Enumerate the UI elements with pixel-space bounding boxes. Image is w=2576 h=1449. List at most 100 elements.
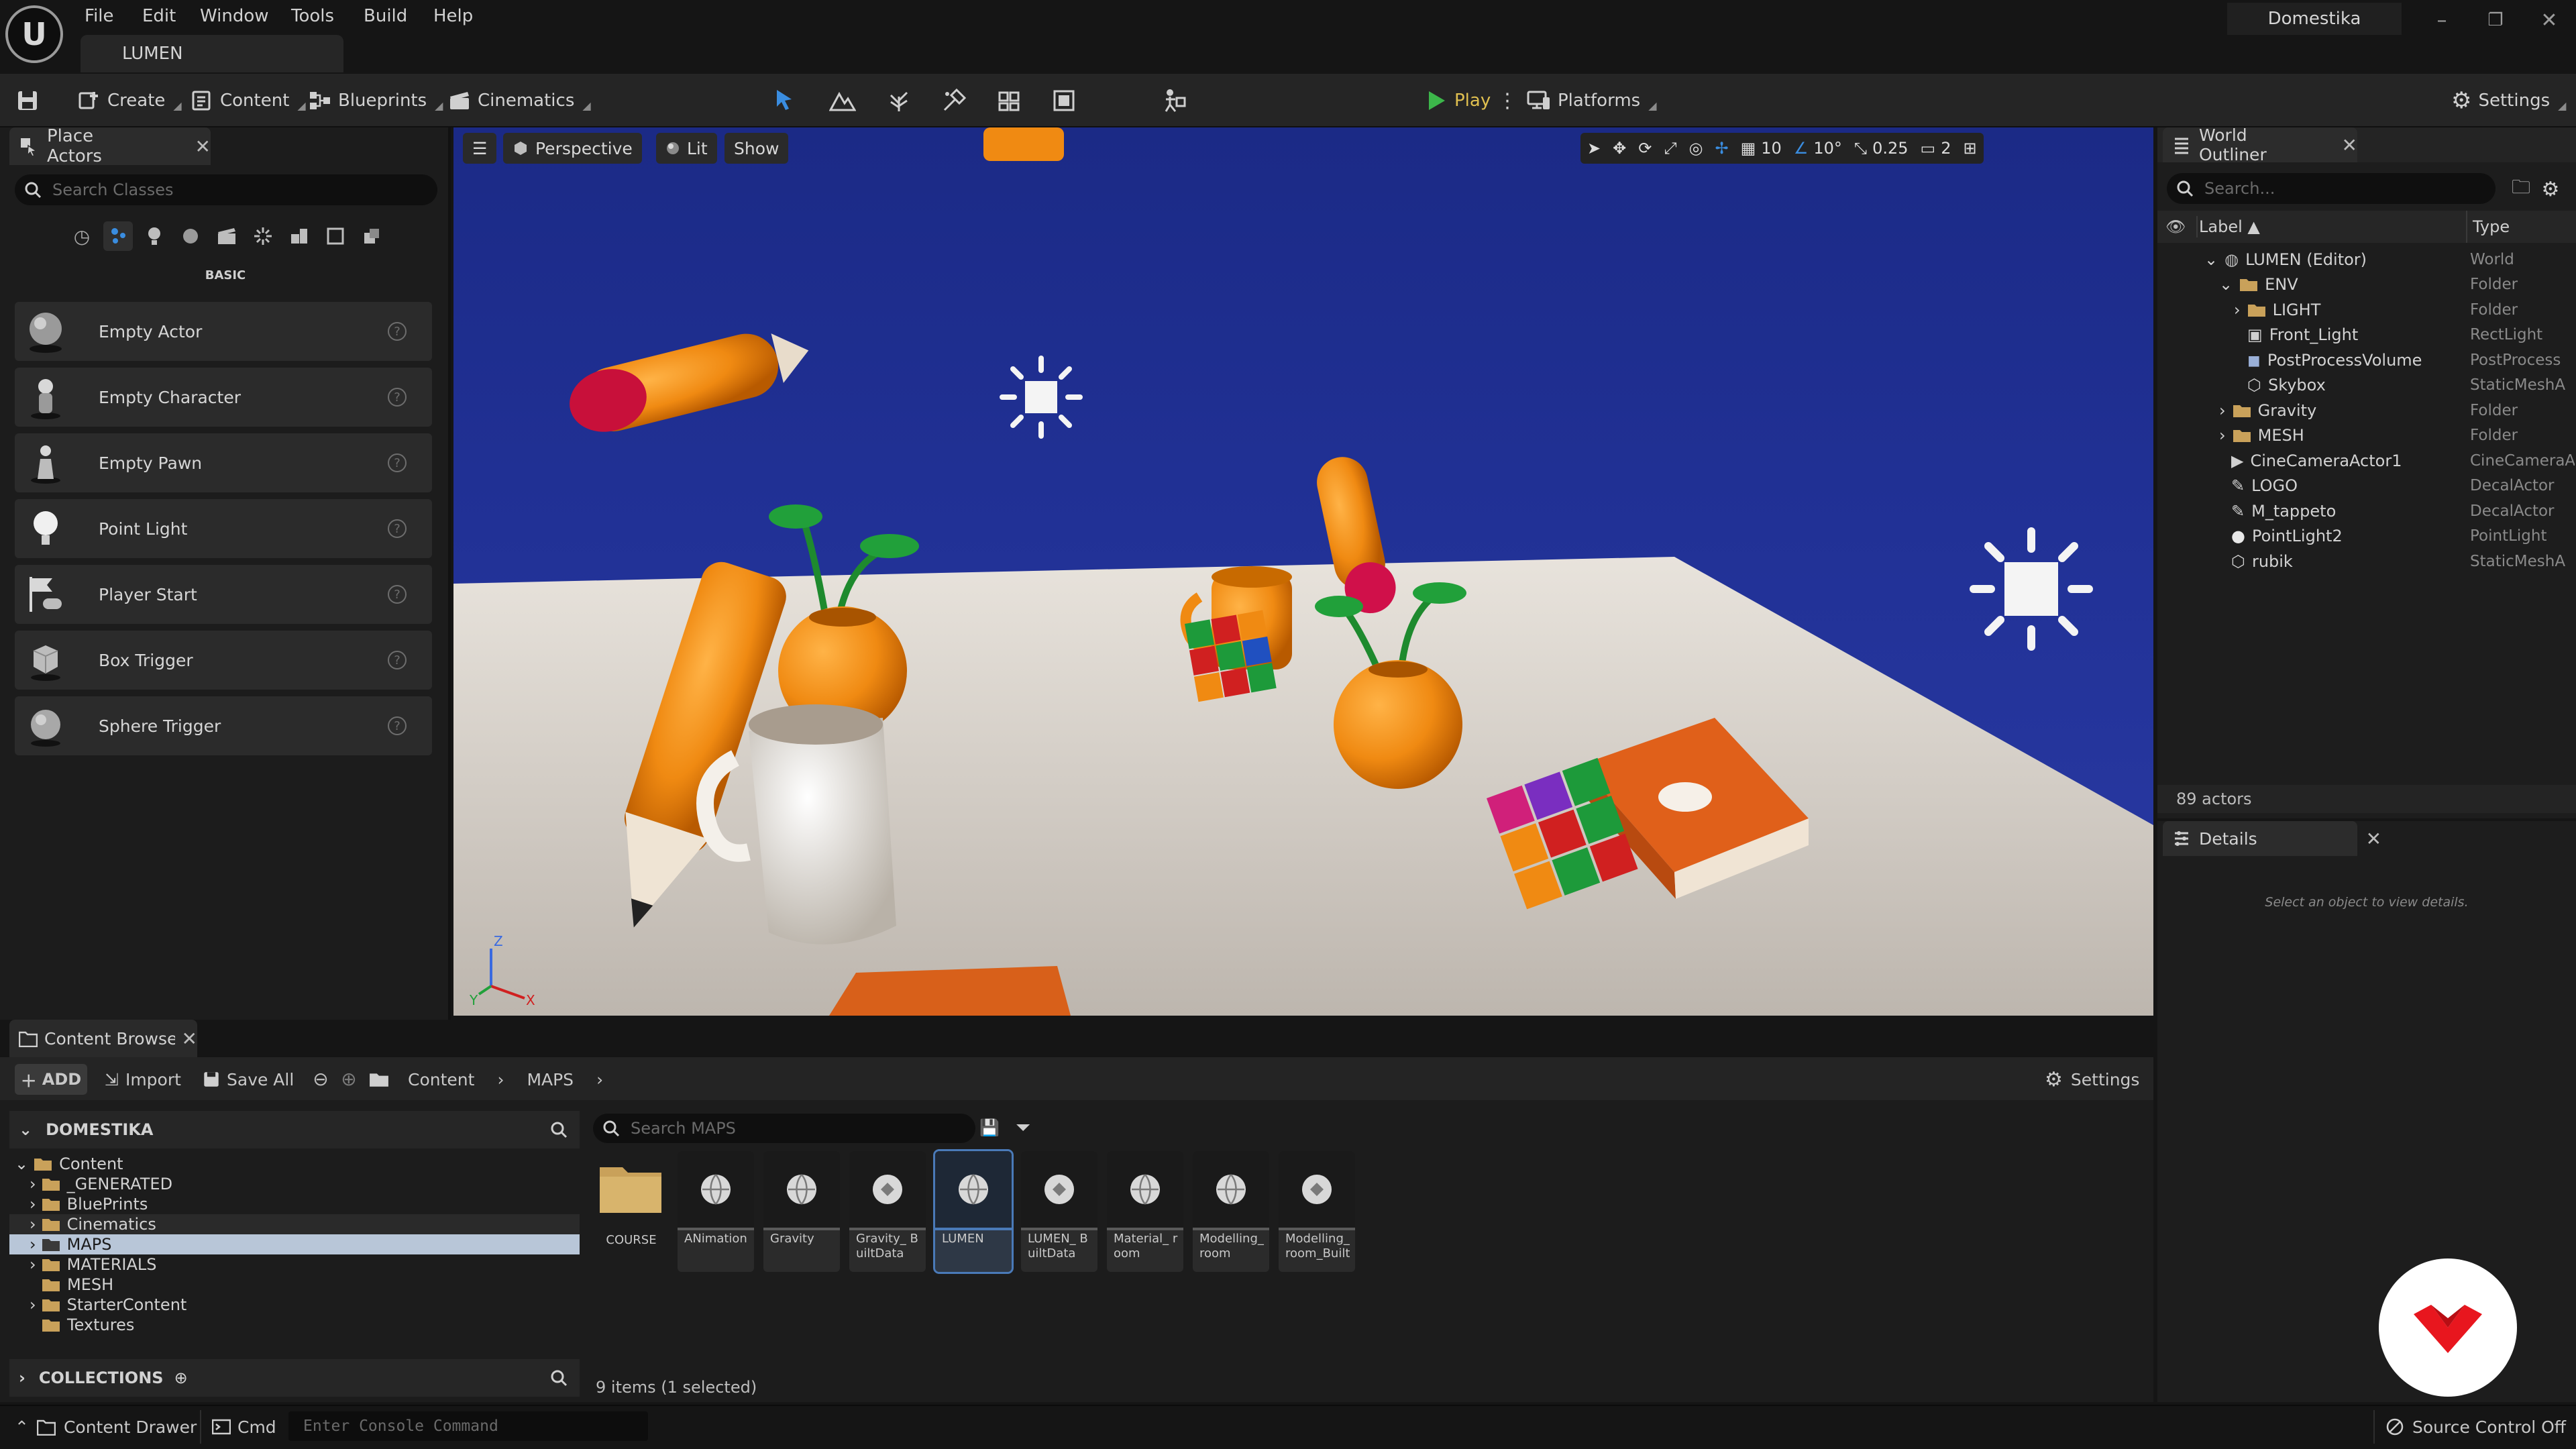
search-classes-input[interactable]: Search Classes (15, 174, 437, 205)
close-content-browser-icon[interactable]: ✕ (182, 1028, 197, 1050)
fracture-mode-icon[interactable] (996, 74, 1022, 127)
visibility-eye-icon[interactable]: 👁 (2165, 217, 2186, 236)
blueprints-button[interactable]: Blueprints ◢ (309, 74, 443, 127)
user-badge[interactable]: Domestika (2227, 3, 2402, 35)
save-level-button[interactable] (16, 74, 39, 127)
chevron-down-icon[interactable]: ⌄ (2219, 275, 2233, 294)
back-icon[interactable]: ⊖ (309, 1067, 333, 1091)
outliner-search-input[interactable]: Search... (2167, 173, 2496, 204)
menu-file[interactable]: File (85, 3, 114, 30)
view-mode-button[interactable]: Lit (656, 133, 717, 164)
actor-item-empty-actor[interactable]: Empty Actor ? (15, 302, 432, 361)
layout-icon[interactable]: ⊞ (1964, 139, 1977, 158)
folder-tree-item[interactable]: › BluePrints (9, 1194, 580, 1214)
content-button[interactable]: Content ◢ (191, 74, 306, 127)
search-icon[interactable] (550, 1121, 568, 1138)
chevron-right-icon[interactable]: › (596, 1070, 603, 1089)
visual-effects-category-icon[interactable] (248, 221, 278, 251)
outliner-row[interactable]: › MESH Folder (2157, 423, 2576, 449)
asset-tile[interactable]: LUMEN_ BuiltData (1021, 1151, 1097, 1272)
folder-tree-item[interactable]: MESH (9, 1275, 580, 1295)
menu-build[interactable]: Build (364, 3, 407, 30)
help-icon[interactable]: ? (388, 585, 407, 604)
outliner-row[interactable]: ▣ Front_Light RectLight (2157, 323, 2576, 348)
asset-search-input[interactable]: Search MAPS (593, 1114, 975, 1143)
world-space-icon[interactable]: ◎ (1689, 139, 1703, 158)
perspective-button[interactable]: Perspective (503, 133, 642, 164)
chevron-right-icon[interactable]: › (30, 1195, 36, 1214)
shapes-category-icon[interactable] (176, 221, 205, 251)
close-outliner-icon[interactable]: ✕ (2342, 134, 2357, 156)
add-collection-icon[interactable]: ⊕ (174, 1368, 188, 1387)
brush-edit-mode-icon[interactable] (1051, 74, 1077, 127)
menu-edit[interactable]: Edit (142, 3, 176, 30)
landscape-mode-icon[interactable] (829, 74, 856, 127)
help-icon[interactable]: ? (388, 519, 407, 538)
outliner-row[interactable]: ⌄ ENV Folder (2157, 272, 2576, 298)
help-icon[interactable]: ? (388, 322, 407, 341)
collections-header[interactable]: › COLLECTIONS ⊕ (9, 1359, 580, 1397)
asset-tile[interactable]: Modelling_ room (1193, 1151, 1269, 1272)
folder-tree-item-selected[interactable]: › MAPS (9, 1234, 580, 1254)
actor-item-point-light[interactable]: Point Light ? (15, 499, 432, 558)
chevron-right-icon[interactable]: › (30, 1175, 36, 1193)
save-all-button[interactable]: Save All (203, 1064, 294, 1095)
actor-item-empty-character[interactable]: Empty Character ? (15, 368, 432, 427)
grid-snap-toggle[interactable]: ▦ 10 (1741, 139, 1782, 158)
menu-tools[interactable]: Tools (291, 3, 334, 30)
save-search-icon[interactable]: 💾 (978, 1116, 1001, 1139)
outliner-row[interactable]: › LIGHT Folder (2157, 297, 2576, 323)
menu-help[interactable]: Help (433, 3, 473, 30)
close-place-actors-icon[interactable]: ✕ (195, 136, 211, 158)
create-button[interactable]: Create ◢ (78, 74, 182, 127)
actor-item-empty-pawn[interactable]: Empty Pawn ? (15, 433, 432, 492)
asset-tile[interactable]: Gravity (763, 1151, 840, 1272)
all-classes-category-icon[interactable] (357, 221, 386, 251)
rotate-tool-icon[interactable]: ⟳ (1638, 139, 1652, 158)
play-options-icon[interactable]: ⋮ (1497, 74, 1517, 127)
add-button[interactable]: ＋ ADD (15, 1064, 87, 1095)
content-settings-button[interactable]: ⚙ Settings (2045, 1064, 2139, 1095)
help-icon[interactable]: ? (388, 388, 407, 407)
outliner-row[interactable]: ⬡ Skybox StaticMeshA (2157, 373, 2576, 398)
translate-tool-icon[interactable]: ✥ (1613, 139, 1626, 158)
folder-tree-item[interactable]: Textures (9, 1315, 580, 1335)
cinematics-button[interactable]: Cinematics ◢ (448, 74, 591, 127)
actor-item-sphere-trigger[interactable]: Sphere Trigger ? (15, 696, 432, 755)
mesh-paint-mode-icon[interactable] (941, 74, 967, 127)
viewport-scene[interactable]: Z X Y (453, 127, 2153, 1016)
chevron-right-icon[interactable]: › (30, 1295, 36, 1314)
viewport-options-button[interactable]: ☰ (463, 133, 497, 164)
basic-category-icon[interactable] (103, 221, 133, 251)
forward-icon[interactable]: ⊕ (337, 1067, 361, 1091)
settings-button[interactable]: ⚙ Settings ◢ (2451, 74, 2566, 127)
restore-icon[interactable]: ❐ (2482, 7, 2509, 34)
new-folder-icon[interactable]: 🗀 (2508, 176, 2534, 203)
type-column-header[interactable]: Type (2473, 217, 2510, 236)
details-tab[interactable]: Details ✕ (2163, 821, 2381, 856)
close-details-icon[interactable]: ✕ (2366, 828, 2381, 850)
chevron-right-icon[interactable]: › (30, 1255, 36, 1274)
world-outliner-tab[interactable]: World Outliner ✕ (2163, 125, 2357, 164)
folder-tree-item[interactable]: › Cinematics (9, 1214, 580, 1234)
cmd-button[interactable]: Cmd (212, 1409, 276, 1445)
surface-snap-icon[interactable]: ✢ (1715, 139, 1728, 158)
play-button[interactable]: Play (1425, 74, 1491, 127)
folder-tree-item[interactable]: › MATERIALS (9, 1254, 580, 1275)
actor-item-player-start[interactable]: Player Start ? (15, 565, 432, 624)
animation-mode-icon[interactable] (1161, 74, 1187, 127)
select-mode-icon[interactable] (771, 74, 798, 127)
actor-item-box-trigger[interactable]: Box Trigger ? (15, 631, 432, 690)
outliner-row[interactable]: ● PointLight2 PointLight (2157, 524, 2576, 549)
chevron-right-icon[interactable]: › (2234, 301, 2241, 319)
foliage-mode-icon[interactable] (885, 74, 912, 127)
folder-tree-item[interactable]: › StarterContent (9, 1295, 580, 1315)
source-control-button[interactable]: Source Control Off (2385, 1409, 2566, 1445)
chevron-down-icon[interactable]: ⌄ (15, 1155, 28, 1173)
chevron-right-icon[interactable]: › (2219, 401, 2226, 420)
menu-window[interactable]: Window (200, 3, 269, 30)
console-command-input[interactable]: Enter Console Command (288, 1411, 648, 1441)
minimize-icon[interactable]: – (2428, 7, 2455, 34)
help-icon[interactable]: ? (388, 716, 407, 735)
chevron-down-icon[interactable]: ⌄ (2204, 250, 2218, 269)
